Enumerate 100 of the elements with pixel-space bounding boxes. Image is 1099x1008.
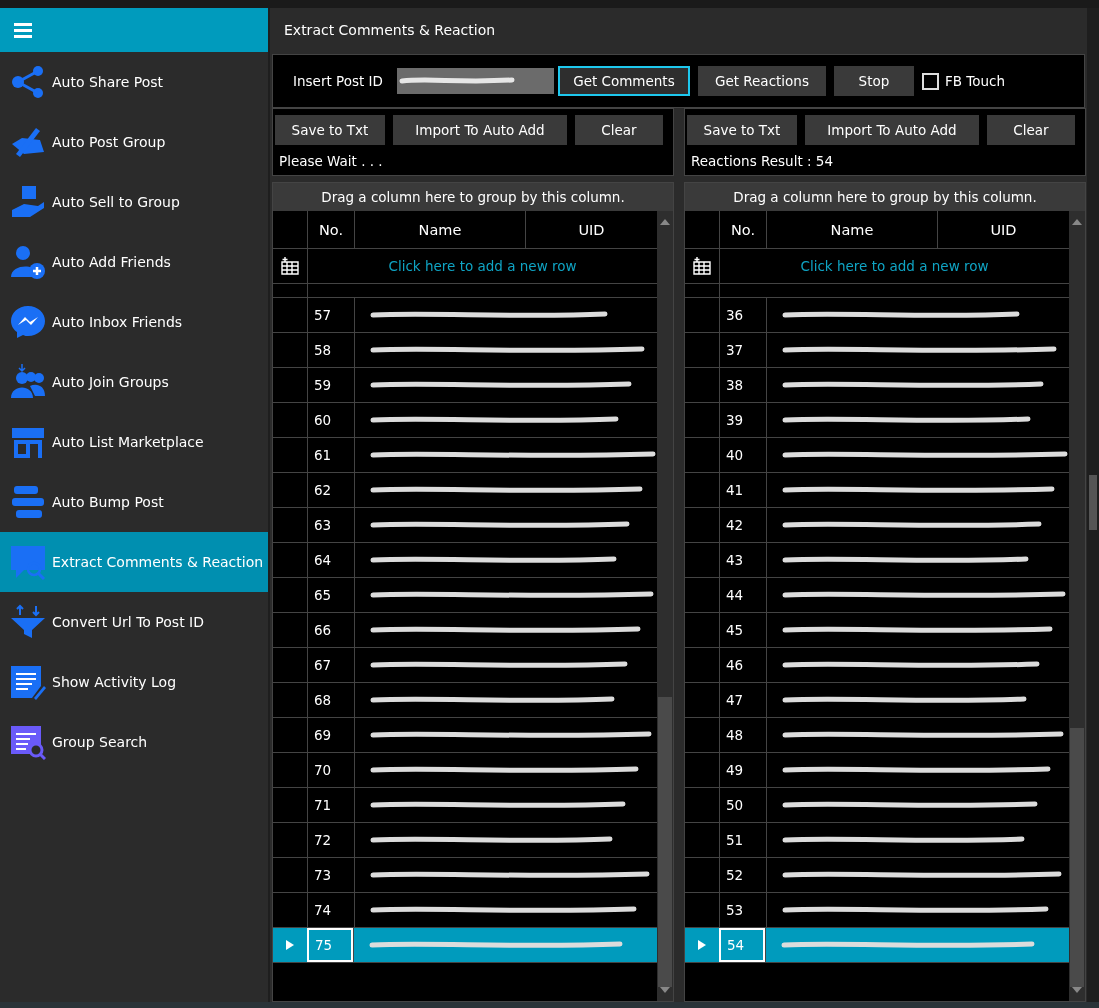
scroll-up-icon[interactable]: [660, 219, 670, 225]
table-row[interactable]: 59: [273, 368, 657, 403]
fb-touch-checkbox[interactable]: FB Touch: [921, 72, 1005, 90]
row-number: 44: [725, 587, 744, 603]
table-row[interactable]: 38: [685, 368, 1069, 403]
row-number: 75: [314, 937, 333, 953]
row-number: 51: [725, 832, 744, 848]
table-row[interactable]: 45: [685, 613, 1069, 648]
checkbox[interactable]: [921, 72, 939, 90]
table-row[interactable]: 39: [685, 403, 1069, 438]
table-row[interactable]: 61: [273, 438, 657, 473]
table-row[interactable]: 44: [685, 578, 1069, 613]
sidebar-item[interactable]: Auto Add Friends: [0, 232, 268, 292]
sidebar-item[interactable]: Extract Comments & Reaction: [0, 532, 268, 592]
sidebar-item[interactable]: Auto Sell to Group: [0, 172, 268, 232]
hand-box-icon: [10, 184, 46, 220]
table-row[interactable]: 37: [685, 333, 1069, 368]
table-row[interactable]: 64: [273, 543, 657, 578]
row-number: 42: [725, 517, 744, 533]
column-header[interactable]: Name: [766, 211, 937, 248]
add-row-icon: [693, 257, 711, 275]
table-row[interactable]: 40: [685, 438, 1069, 473]
column-header[interactable]: No.: [307, 211, 354, 248]
add-row-icon: [281, 257, 299, 275]
chat-bubble-icon: [10, 304, 46, 340]
group-hint-text: Drag a column here to group by this column.: [733, 189, 1037, 205]
row-number: 36: [725, 307, 744, 323]
current-row-icon: [698, 940, 706, 950]
table-row[interactable]: 71: [273, 788, 657, 823]
row-number: 62: [313, 482, 332, 498]
row-number: 63: [313, 517, 332, 533]
post-id-field[interactable]: [396, 68, 554, 94]
row-number: 54: [726, 937, 745, 953]
column-header[interactable]: No.: [719, 211, 766, 248]
toolbar-button[interactable]: Get Reactions: [697, 66, 826, 96]
table-row[interactable]: 51: [685, 823, 1069, 858]
table-row[interactable]: 46: [685, 648, 1069, 683]
table-row[interactable]: 43: [685, 543, 1069, 578]
table-row[interactable]: 72: [273, 823, 657, 858]
action-button[interactable]: Import To Auto Add: [805, 115, 979, 145]
table-row[interactable]: 66: [273, 613, 657, 648]
sidebar-item[interactable]: Group Search: [0, 712, 268, 772]
row-number: 43: [725, 552, 744, 568]
scrollbar[interactable]: [1069, 211, 1085, 1001]
table-row[interactable]: 65: [273, 578, 657, 613]
table-row[interactable]: 60: [273, 403, 657, 438]
row-number: 69: [313, 727, 332, 743]
menu-icon[interactable]: [14, 22, 32, 38]
table-row[interactable]: 63: [273, 508, 657, 543]
action-button[interactable]: Save to Txt: [687, 115, 797, 145]
share-icon: [10, 64, 46, 100]
row-number: 57: [313, 307, 332, 323]
group-hint-text: Drag a column here to group by this column.: [321, 189, 625, 205]
sidebar-item[interactable]: Auto Inbox Friends: [0, 292, 268, 352]
row-number: 73: [313, 867, 332, 883]
action-button[interactable]: Clear: [575, 115, 663, 145]
stack-icon: [10, 484, 46, 520]
table-row[interactable]: 73: [273, 858, 657, 893]
table-row[interactable]: 62: [273, 473, 657, 508]
row-number: 39: [725, 412, 744, 428]
scrollbar[interactable]: [657, 211, 673, 1001]
row-number: 45: [725, 622, 744, 638]
action-button[interactable]: Save to Txt: [275, 115, 385, 145]
table-row[interactable]: 42: [685, 508, 1069, 543]
row-number: 38: [725, 377, 744, 393]
action-button[interactable]: Clear: [987, 115, 1075, 145]
table-row[interactable]: 47: [685, 683, 1069, 718]
sidebar-item[interactable]: Auto Join Groups: [0, 352, 268, 412]
row-number: 68: [313, 692, 332, 708]
sidebar-item[interactable]: Auto Share Post: [0, 52, 268, 112]
table-row[interactable]: 41: [685, 473, 1069, 508]
table-row[interactable]: 57: [273, 298, 657, 333]
toolbar-button[interactable]: Stop: [833, 66, 914, 96]
toolbar-button[interactable]: Get Comments: [557, 66, 690, 96]
sidebar-item[interactable]: Auto Post Group: [0, 112, 268, 172]
table-row[interactable]: 69: [273, 718, 657, 753]
current-row-icon: [286, 940, 294, 950]
table-row[interactable]: 58: [273, 333, 657, 368]
table-row[interactable]: 68: [273, 683, 657, 718]
scroll-up-icon[interactable]: [1072, 219, 1082, 225]
table-row[interactable]: 70: [273, 753, 657, 788]
sidebar-item[interactable]: Auto Bump Post: [0, 472, 268, 532]
table-row[interactable]: 52: [685, 858, 1069, 893]
table-row[interactable]: 36: [685, 298, 1069, 333]
table-row[interactable]: 50: [685, 788, 1069, 823]
sidebar-item[interactable]: Convert Url To Post ID: [0, 592, 268, 652]
action-button[interactable]: Import To Auto Add: [393, 115, 567, 145]
row-number: 47: [725, 692, 744, 708]
table-row[interactable]: 48: [685, 718, 1069, 753]
users-icon: [10, 364, 46, 400]
table-row[interactable]: 67: [273, 648, 657, 683]
row-number: 72: [313, 832, 332, 848]
table-row[interactable]: 49: [685, 753, 1069, 788]
column-header[interactable]: Name: [354, 211, 525, 248]
sidebar-item[interactable]: Show Activity Log: [0, 652, 268, 712]
row-number: 61: [313, 447, 332, 463]
funnel-icon: [10, 604, 46, 640]
sidebar-item[interactable]: Auto List Marketplace: [0, 412, 268, 472]
row-number: 41: [725, 482, 744, 498]
row-number: 53: [725, 902, 744, 918]
